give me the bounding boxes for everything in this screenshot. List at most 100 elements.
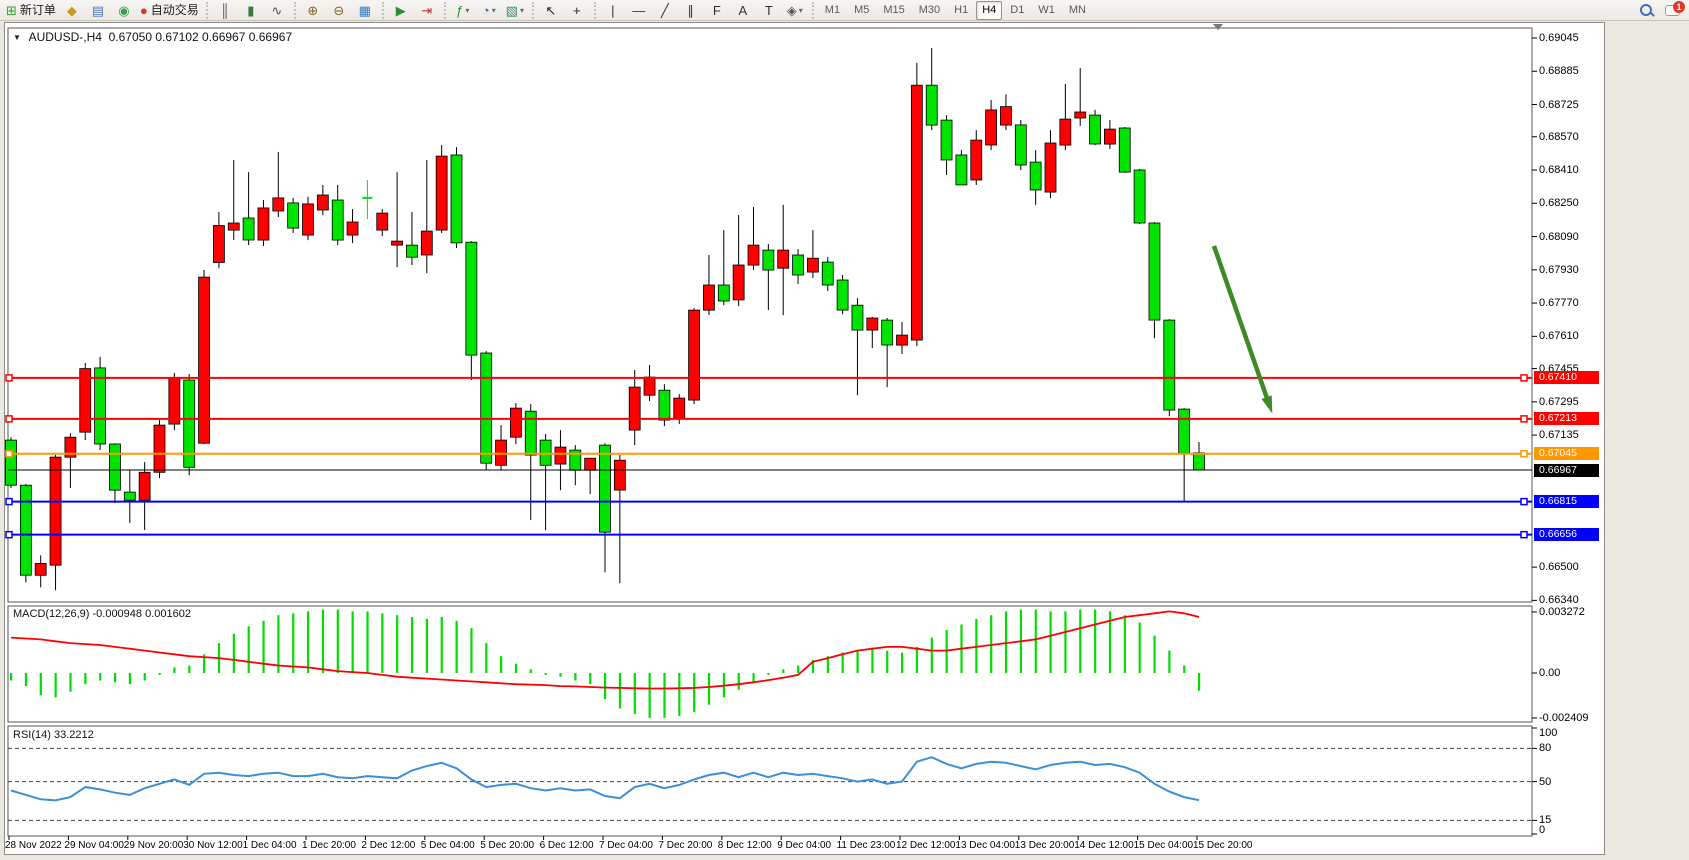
line-anchor-marker[interactable]: [1521, 532, 1527, 538]
price-chart-canvas[interactable]: [0, 0, 1689, 860]
arrows-button[interactable]: ◈▾: [783, 1, 807, 20]
chart-shift-marker[interactable]: [1213, 24, 1223, 30]
bear-candle: [659, 390, 670, 420]
crosshair-button[interactable]: +: [565, 1, 589, 20]
macd-bar: [500, 656, 502, 673]
chart-shift-icon: ⇥: [421, 1, 432, 20]
macd-bar: [188, 666, 190, 674]
price-tick-label: 0.68725: [1539, 99, 1579, 111]
timeframe-m1-button[interactable]: M1: [819, 1, 846, 20]
price-tick-label: 0.67930: [1539, 264, 1579, 276]
search-icon[interactable]: [1639, 2, 1655, 18]
line-anchor-marker[interactable]: [6, 532, 12, 538]
timeframe-m30-button[interactable]: M30: [913, 1, 946, 20]
chevron-down-icon[interactable]: ▾: [799, 1, 803, 20]
rsi-tick-label: 0: [1539, 824, 1545, 836]
time-tick-label: 13 Dec 20:00: [1015, 840, 1075, 851]
line-anchor-marker[interactable]: [6, 499, 12, 505]
macd-bar: [322, 610, 324, 673]
macd-bar: [1168, 651, 1170, 673]
macd-bar: [782, 669, 784, 673]
chevron-down-icon[interactable]: ▼: [13, 33, 21, 42]
price-line-badge[interactable]: 0.66656: [1534, 528, 1599, 541]
new-order-button[interactable]: ⊞新订单: [4, 1, 58, 20]
line-anchor-marker[interactable]: [1521, 375, 1527, 381]
timeframe-m15-button[interactable]: M15: [877, 1, 910, 20]
auto-scroll-icon: ▶: [396, 1, 406, 20]
templates-button[interactable]: ▧▾: [503, 1, 527, 20]
autotrading-button[interactable]: ●自动交易: [138, 1, 201, 20]
periods-button[interactable]: ◔▾: [477, 1, 501, 20]
tile-windows-button[interactable]: ▦: [353, 1, 377, 20]
notifications-icon[interactable]: 1: [1665, 2, 1683, 18]
bar-chart-icon: ║: [220, 1, 229, 20]
market-watch-icon: ◆: [67, 1, 77, 20]
navigator-button[interactable]: ◉: [112, 1, 136, 20]
trendline-button[interactable]: ╱: [653, 1, 677, 20]
bull-candle: [347, 222, 358, 235]
timeframe-d1-button[interactable]: D1: [1004, 1, 1030, 20]
fibonacci-button[interactable]: F: [705, 1, 729, 20]
price-line-badge[interactable]: 0.67410: [1534, 371, 1599, 384]
line-anchor-marker[interactable]: [1521, 499, 1527, 505]
auto-scroll-button[interactable]: ▶: [389, 1, 413, 20]
timeframe-w1-button[interactable]: W1: [1032, 1, 1061, 20]
timeframe-m5-button[interactable]: M5: [848, 1, 875, 20]
data-window-button[interactable]: ▤: [86, 1, 110, 20]
chevron-down-icon[interactable]: ▾: [520, 1, 524, 20]
vertical-line-button[interactable]: |: [601, 1, 625, 20]
text-label-button[interactable]: T: [757, 1, 781, 20]
cursor-button[interactable]: ↖: [539, 1, 563, 20]
macd-bar: [589, 673, 591, 684]
line-anchor-marker[interactable]: [6, 375, 12, 381]
horizontal-line-button[interactable]: —: [627, 1, 651, 20]
price-line-badge[interactable]: 0.67045: [1534, 447, 1599, 460]
new-order-label: 新订单: [20, 1, 56, 20]
macd-bar: [886, 651, 888, 673]
line-anchor-marker[interactable]: [6, 416, 12, 422]
bull-candle: [436, 156, 447, 230]
candlestick-chart-button[interactable]: ▮: [239, 1, 263, 20]
timeframe-mn-button[interactable]: MN: [1063, 1, 1092, 20]
zoom-out-button[interactable]: ⊖: [327, 1, 351, 20]
indicators-button[interactable]: ƒ▾: [451, 1, 475, 20]
chart-shift-button[interactable]: ⇥: [415, 1, 439, 20]
macd-bar: [381, 613, 383, 673]
price-line-badge[interactable]: 0.66967: [1534, 464, 1599, 477]
data-window-icon: ▤: [92, 1, 104, 20]
line-chart-button[interactable]: ∿: [265, 1, 289, 20]
bear-candle: [288, 203, 299, 228]
macd-bar: [173, 667, 175, 673]
text-button[interactable]: A: [731, 1, 755, 20]
bull-candle: [911, 85, 922, 340]
time-tick-label: 12 Dec 12:00: [896, 840, 956, 851]
macd-bar: [10, 673, 12, 681]
chevron-down-icon[interactable]: ▾: [465, 1, 469, 20]
chevron-down-icon[interactable]: ▾: [492, 1, 496, 20]
zoom-in-button[interactable]: ⊕: [301, 1, 325, 20]
macd-bar: [69, 673, 71, 692]
market-watch-button[interactable]: ◆: [60, 1, 84, 20]
price-tick-label: 0.69045: [1539, 32, 1579, 44]
bear-candle: [1194, 453, 1205, 470]
trend-arrow-head[interactable]: [1262, 395, 1273, 413]
line-anchor-marker[interactable]: [1521, 451, 1527, 457]
macd-bar: [842, 653, 844, 674]
candles-series[interactable]: [6, 48, 1205, 590]
macd-bar: [856, 651, 858, 673]
macd-bar: [84, 673, 86, 684]
time-tick-label: 5 Dec 04:00: [421, 840, 475, 851]
timeframe-h4-button[interactable]: H4: [976, 1, 1002, 20]
bar-chart-button[interactable]: ║: [213, 1, 237, 20]
time-tick-label: 1 Dec 04:00: [243, 840, 297, 851]
bear-candle: [451, 155, 462, 243]
rsi-tick-label: 80: [1539, 742, 1551, 754]
price-line-badge[interactable]: 0.66815: [1534, 495, 1599, 508]
bull-candle: [139, 472, 150, 500]
line-chart-icon: ∿: [271, 1, 282, 20]
line-anchor-marker[interactable]: [6, 451, 12, 457]
price-line-badge[interactable]: 0.67213: [1534, 412, 1599, 425]
line-anchor-marker[interactable]: [1521, 416, 1527, 422]
equidistant-channel-button[interactable]: ∥: [679, 1, 703, 20]
timeframe-h1-button[interactable]: H1: [948, 1, 974, 20]
